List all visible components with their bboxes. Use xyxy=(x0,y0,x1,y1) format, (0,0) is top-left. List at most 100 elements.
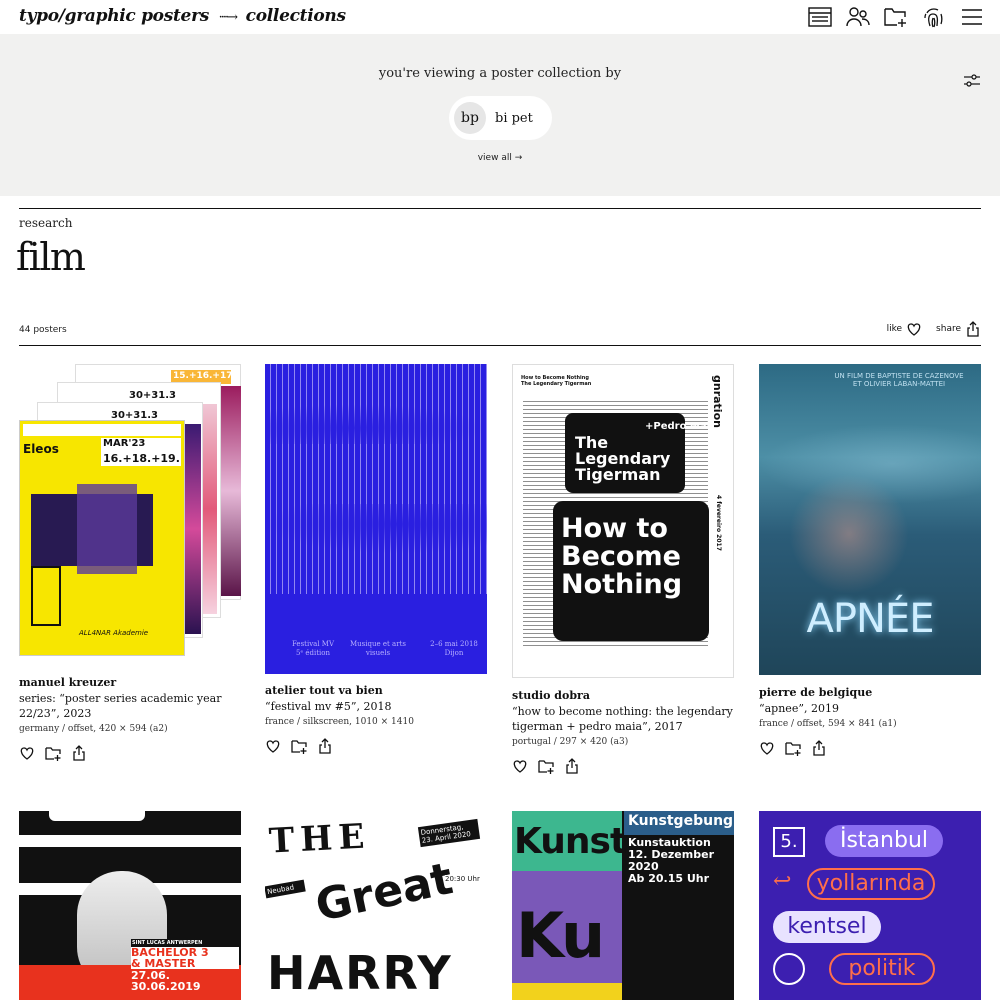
poster-spec: portugal / 297 × 420 (a3) xyxy=(512,737,629,747)
poster-text: Neubad xyxy=(265,879,306,899)
like-label: like xyxy=(886,324,903,334)
folder-add-icon[interactable] xyxy=(884,5,908,29)
avatar: bp xyxy=(454,102,486,134)
share-icon[interactable] xyxy=(71,745,87,761)
site-brand[interactable]: typo/graphic posters ····→ collections xyxy=(19,6,346,26)
poster-text: yollarında xyxy=(807,868,935,900)
page-title: film xyxy=(16,235,86,279)
poster-title[interactable]: series: “poster series academic year 22/… xyxy=(19,691,241,721)
poster-text: 4 fevereiro 2017 xyxy=(715,495,722,551)
poster-actions xyxy=(19,745,241,761)
top-icon-bar xyxy=(808,5,984,29)
share-icon[interactable] xyxy=(564,758,580,774)
poster-meta: pierre de belgique “apnee”, 2019 france … xyxy=(759,685,981,756)
collection-owner-chip[interactable]: bp bi pet xyxy=(449,96,552,140)
poster-text: How to Become Nothing xyxy=(561,513,683,600)
poster-text: HARRY xyxy=(267,946,453,1000)
brand-name[interactable]: typo/graphic posters xyxy=(19,6,209,26)
poster-text: & MASTER xyxy=(131,957,196,970)
collection-owner-banner: you're viewing a poster collection by bp… xyxy=(0,34,1000,196)
poster-designer[interactable]: atelier tout va bien xyxy=(265,683,487,698)
poster-spec: france / silkscreen, 1010 × 1410 xyxy=(265,717,414,727)
users-icon[interactable] xyxy=(846,5,870,29)
poster-text: politik xyxy=(829,953,935,985)
poster-meta: atelier tout va bien “festival mv #5”, 2… xyxy=(265,683,487,754)
poster-text: kentsel xyxy=(773,911,881,943)
poster-spec: france / offset, 594 × 841 (a1) xyxy=(759,719,897,729)
poster-text: The Legendary Tigerman xyxy=(521,381,592,387)
poster-image[interactable]: SINT LUCAS ANTWERPEN BACHELOR 3 & MASTER… xyxy=(19,811,241,1000)
top-bar: typo/graphic posters ····→ collections xyxy=(0,0,1000,34)
poster-text: Great xyxy=(311,853,458,932)
poster-text: 20:30 Uhr xyxy=(445,875,480,883)
poster-image[interactable]: 15.+16.+17. 30+31.3 30+31.3 MAR'23 16.+1… xyxy=(19,364,241,656)
poster-image[interactable]: UN FILM DE BAPTISTE DE CAZENOVE ET OLIVI… xyxy=(759,364,981,675)
poster-text: THE xyxy=(268,816,372,862)
filter-icon[interactable] xyxy=(963,72,981,90)
return-arrow-icon: ↩ xyxy=(773,869,792,894)
poster-text: +Pedro Maia xyxy=(645,421,717,432)
share-button[interactable]: share xyxy=(936,321,981,337)
poster-designer[interactable]: pierre de belgique xyxy=(759,685,981,700)
poster-actions xyxy=(265,738,487,754)
poster-image[interactable]: Festival MV 5ᵉ édition Musique et arts v… xyxy=(265,364,487,674)
poster-text: İstanbul xyxy=(825,825,943,857)
divider xyxy=(19,208,981,209)
share-label: share xyxy=(936,324,961,334)
folder-add-icon[interactable] xyxy=(785,740,801,756)
poster-text: 16.+18.+19. xyxy=(103,452,180,465)
poster-text: Kunst xyxy=(514,821,627,862)
fingerprint-icon[interactable] xyxy=(922,5,946,29)
brand-arrow: ····→ xyxy=(218,10,238,25)
menu-icon[interactable] xyxy=(960,5,984,29)
poster-text: ALL4NAR Akademie xyxy=(79,629,149,637)
poster-image[interactable]: 5. İstanbul ↩ yollarında kentsel politik xyxy=(759,811,981,1000)
poster-designer[interactable]: studio dobra xyxy=(512,688,734,703)
share-icon[interactable] xyxy=(317,738,333,754)
poster-text: 5ᵉ édition xyxy=(295,649,331,657)
poster-image[interactable]: Kunst Ku Kunstgebung Kunstauktion 12. De… xyxy=(512,811,734,1000)
breadcrumb[interactable]: research xyxy=(19,216,72,230)
heart-icon[interactable] xyxy=(512,758,528,774)
poster-text: gnration xyxy=(711,375,724,428)
poster-text: Ab 20.15 Uhr xyxy=(628,872,710,885)
heart-icon[interactable] xyxy=(265,738,281,754)
heart-icon xyxy=(907,323,921,336)
owner-name: bi pet xyxy=(495,110,533,126)
poster-image[interactable]: How to Become Nothing The Legendary Tige… xyxy=(512,364,734,678)
poster-meta: studio dobra “how to become nothing: the… xyxy=(512,688,734,774)
poster-text: 30.06.2019 xyxy=(131,980,201,993)
poster-text: Eleos xyxy=(23,442,59,456)
like-button[interactable]: like xyxy=(887,321,922,337)
poster-text: 12. Dezember 2020 xyxy=(628,848,714,873)
poster-title[interactable]: “festival mv #5”, 2018 xyxy=(265,699,487,714)
poster-text: ET OLIVIER LABAN-MATTEI xyxy=(852,380,946,388)
poster-text: 30+31.3 xyxy=(129,390,176,401)
poster-text: The Legendary Tigerman xyxy=(575,433,671,484)
poster-title[interactable]: “how to become nothing: the legendary ti… xyxy=(512,704,734,734)
poster-text: APNÉE xyxy=(806,596,935,642)
section-name[interactable]: collections xyxy=(246,6,346,26)
view-all-link[interactable]: view all → xyxy=(0,153,1000,163)
poster-text: Festival MV xyxy=(291,640,335,648)
poster-count: 44 posters xyxy=(19,325,67,335)
poster-text: UN FILM DE BAPTISTE DE CAZENOVE xyxy=(834,372,964,380)
poster-title[interactable]: “apnee”, 2019 xyxy=(759,701,981,716)
folder-add-icon[interactable] xyxy=(538,758,554,774)
heart-icon[interactable] xyxy=(19,745,35,761)
collection-intro-text: you're viewing a poster collection by xyxy=(378,66,622,81)
poster-spec: germany / offset, 420 × 594 (a2) xyxy=(19,724,168,734)
poster-designer[interactable]: manuel kreuzer xyxy=(19,675,241,690)
poster-actions xyxy=(759,740,981,756)
poster-image[interactable]: THE Great HARRY Donnerstag, 23. April 20… xyxy=(265,811,487,1000)
share-icon[interactable] xyxy=(811,740,827,756)
folder-add-icon[interactable] xyxy=(291,738,307,754)
share-icon xyxy=(967,321,979,337)
folder-add-icon[interactable] xyxy=(45,745,61,761)
poster-text: 5. xyxy=(773,827,805,857)
divider xyxy=(19,345,981,346)
poster-text: Musique et arts visuels xyxy=(350,640,406,657)
list-icon[interactable] xyxy=(808,5,832,29)
poster-meta: manuel kreuzer series: “poster series ac… xyxy=(19,675,241,761)
heart-icon[interactable] xyxy=(759,740,775,756)
